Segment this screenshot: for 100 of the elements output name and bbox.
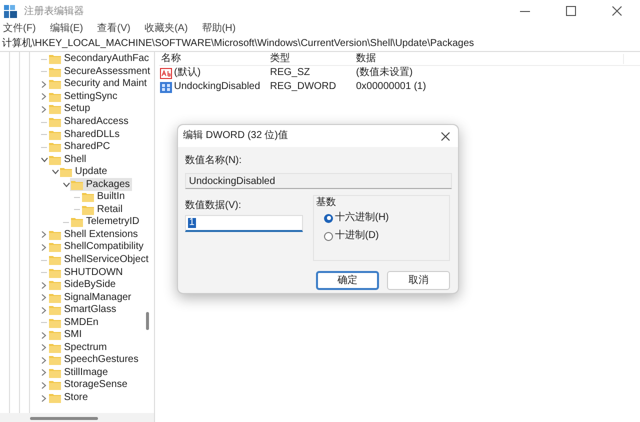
field-label: 数值数据(V): (185, 201, 242, 211)
tree-item-label: SharedDLLs (64, 130, 120, 140)
tree-item-label: SMDEn (64, 318, 98, 328)
maximize-icon (566, 6, 576, 16)
menu-item[interactable]: 收藏夹(A) (144, 24, 188, 34)
menu-item[interactable]: 编辑(E) (50, 24, 84, 34)
tree-item[interactable]: SMDEn (48, 316, 100, 330)
tree-item-label: Setup (64, 104, 90, 114)
tree-item[interactable]: BuiltIn (81, 191, 127, 204)
vertical-scrollbar-thumb[interactable] (146, 312, 149, 330)
tree-item[interactable]: Retail (81, 204, 125, 216)
folder-icon (49, 368, 61, 378)
tree-item-label: StillImage (64, 368, 108, 378)
folder-icon (49, 242, 61, 252)
tree-connector-line (74, 196, 80, 198)
tree-item[interactable]: StorageSense (48, 379, 130, 392)
tree-connector-line (41, 260, 47, 261)
tree-item[interactable]: Setup (48, 103, 92, 116)
value-data-field[interactable]: 1 (185, 215, 303, 232)
tree-item[interactable]: SHUTDOWN (48, 266, 125, 279)
radio-button[interactable] (324, 214, 333, 222)
tree-item[interactable]: Store (48, 392, 90, 404)
tree-item-label: Retail (97, 204, 123, 215)
tree-item-label: SideBySide (64, 280, 116, 290)
tree-connector-line (41, 322, 47, 324)
menu-item[interactable]: 文件(F) (3, 24, 36, 34)
tree-item[interactable]: Spectrum (48, 342, 109, 354)
column-header[interactable]: 类型 (268, 54, 354, 64)
ok-button[interactable]: 确定 (316, 271, 379, 290)
tree-item[interactable]: StillImage (48, 366, 110, 380)
value-type: REG_SZ (269, 68, 312, 78)
tree-item[interactable]: ShellServiceObject (48, 254, 150, 266)
folder-icon (71, 180, 83, 190)
tree-connector-line (63, 222, 69, 223)
tree-item-label: SharedPC (64, 142, 110, 152)
folder-icon (49, 66, 61, 77)
value-name[interactable]: UndockingDisabled (174, 82, 260, 92)
selected-text: 1 (188, 218, 196, 228)
folder-icon (49, 268, 61, 278)
value-data: (数值未设置) (355, 68, 413, 78)
tree-item[interactable]: SpeechGestures (48, 354, 140, 367)
folder-icon (49, 230, 61, 240)
tree-item-label: Update (75, 167, 108, 178)
tree-connector-line (41, 272, 47, 274)
tree-item[interactable]: ShellCompatibility (48, 241, 146, 254)
tree-item[interactable]: Packages (70, 178, 132, 192)
radio-label: 十六进制(H) (335, 213, 389, 223)
folder-icon (71, 217, 83, 228)
tree-item-label: StorageSense (64, 380, 128, 390)
close-icon[interactable] (441, 132, 450, 140)
tree-item-label: Store (64, 393, 88, 404)
window-title: 注册表编辑器 (24, 4, 84, 18)
tree-item-label: Packages (86, 180, 130, 190)
tree-item[interactable]: SharedDLLs (48, 128, 122, 141)
folder-icon (49, 154, 61, 165)
folder-icon (49, 54, 61, 64)
cancel-button[interactable]: 取消 (387, 271, 450, 290)
folder-icon (49, 355, 61, 366)
tree-item-label: SharedAccess (64, 117, 128, 127)
address-bar[interactable]: 计算机\HKEY_LOCAL_MACHINE\SOFTWARE\Microsoft\Windows\CurrentVersion\Shell\Update\Packages (0, 37, 640, 52)
menu-item[interactable]: 查看(V) (97, 24, 130, 34)
folder-icon (49, 380, 61, 390)
tree-item[interactable]: SignalManager (48, 291, 134, 304)
tree-item[interactable]: Update (59, 166, 110, 178)
tree-connector-line (41, 134, 47, 136)
tree-item[interactable]: Shell Extensions (48, 228, 140, 242)
column-header[interactable]: 数据 (354, 54, 624, 64)
tree-item[interactable]: SharedAccess (48, 116, 130, 128)
tree-item[interactable]: SecondaryAuthFac (48, 53, 152, 66)
folder-icon (49, 255, 61, 266)
radio-button[interactable] (324, 232, 333, 240)
tree-connector-line (41, 146, 47, 148)
folder-icon (82, 192, 94, 202)
tree-item-label: SignalManager (64, 292, 132, 303)
tree-item[interactable]: SMI (48, 329, 84, 342)
dialog-title: 编辑 DWORD (32 位)值 (183, 131, 288, 141)
tree-item-label: Shell Extensions (64, 230, 138, 240)
value-name-field[interactable]: UndockingDisabled (185, 173, 452, 189)
close-icon (612, 6, 622, 16)
folder-icon (49, 92, 61, 102)
tree-item[interactable]: SmartGlass (48, 304, 118, 316)
folder-icon (49, 79, 61, 90)
value-data: 0x00000001 (1) (355, 82, 426, 92)
string-value-icon (160, 68, 172, 78)
tree-connector-line (74, 209, 80, 210)
value-name[interactable]: (默认) (174, 68, 201, 78)
tree-item[interactable]: Shell (48, 153, 88, 166)
tree-item[interactable]: Security and Maint (48, 78, 149, 91)
folder-icon (82, 204, 94, 215)
tree-item[interactable]: SettingSync (48, 90, 120, 104)
tree-item-label: Spectrum (64, 342, 107, 353)
tree-item[interactable]: TelemetryID (70, 216, 142, 229)
tree-item[interactable]: SideBySide (48, 278, 118, 292)
folder-icon (49, 305, 61, 316)
menu-item[interactable]: 帮助(H) (202, 24, 236, 34)
tree-item[interactable]: SecureAssessment (48, 66, 152, 78)
column-header[interactable]: 名称 (159, 54, 268, 64)
tree-item[interactable]: SharedPC (48, 140, 112, 154)
field-label: 数值名称(N): (185, 156, 243, 166)
horizontal-scrollbar-thumb[interactable] (30, 416, 98, 420)
